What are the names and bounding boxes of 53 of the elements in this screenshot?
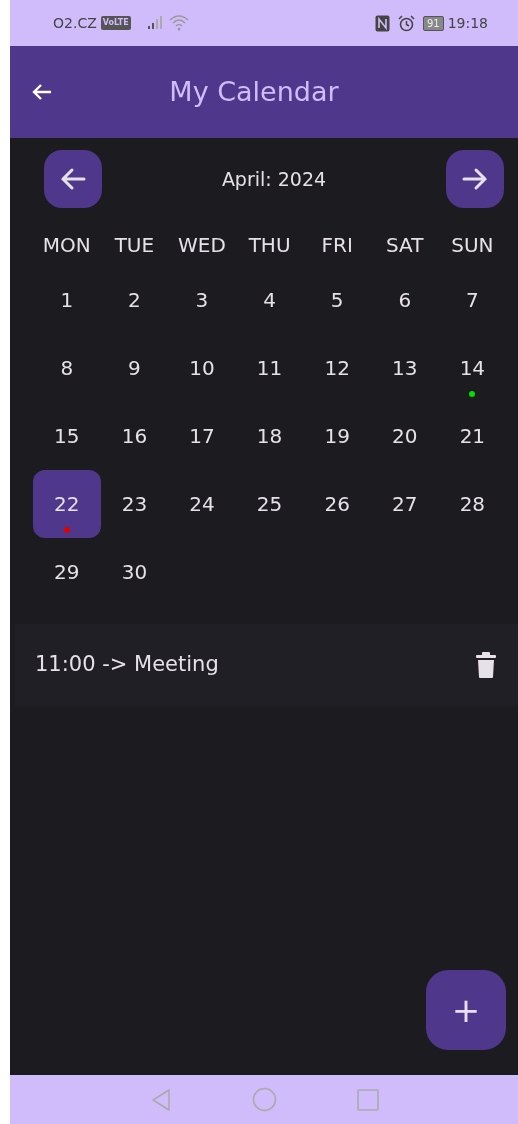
day-cell[interactable]: 8 [33,334,101,402]
weekday-label: SUN [450,232,495,259]
day-cell[interactable]: 30 [100,538,169,606]
weekday-label: SAT [385,232,425,259]
weekday-label: TUE [113,232,156,259]
clock-time: 19:18 [447,13,488,33]
day-cell[interactable]: 19 [303,402,371,470]
trash-icon[interactable] [476,652,496,678]
day-cell[interactable]: 22 [33,470,101,538]
carrier-name: O2.CZ [53,13,97,33]
day-cell[interactable]: 14 [438,334,507,402]
weekday-label: FRI [320,232,354,259]
network-badge: VoLTE [100,16,131,30]
app-title: My Calendar [168,74,340,109]
day-cell[interactable]: 17 [168,402,236,470]
day-cell[interactable]: 20 [370,402,439,470]
weekday-label: THU [247,232,292,259]
day-cell[interactable]: 3 [168,266,236,334]
day-cell[interactable]: 1 [33,266,101,334]
day-cell[interactable]: 4 [235,266,304,334]
day-cell[interactable]: 21 [438,402,507,470]
previous-month-button[interactable] [44,150,102,208]
day-cell[interactable]: 29 [33,538,101,606]
day-cell[interactable]: 24 [168,470,236,538]
nfc-icon [374,14,390,32]
event-row[interactable]: 11:00 -> Meeting [15,624,518,706]
month-label: April: 2024 [221,166,327,192]
day-cell[interactable]: 26 [303,470,371,538]
weekday-label: WED [177,232,227,259]
day-cell[interactable]: 28 [438,470,507,538]
weekday-label: MON [41,232,92,259]
day-cell[interactable]: 7 [438,266,507,334]
day-cell[interactable]: 6 [370,266,439,334]
alarm-icon [397,14,415,32]
day-cell[interactable]: 5 [303,266,371,334]
day-cell[interactable]: 15 [33,402,101,470]
day-cell[interactable]: 23 [100,470,169,538]
day-cell[interactable]: 2 [100,266,169,334]
day-cell[interactable]: 18 [235,402,304,470]
day-cell[interactable]: 25 [235,470,304,538]
day-cell[interactable]: 16 [100,402,169,470]
day-cell[interactable]: 13 [370,334,439,402]
event-text: 11:00 -> Meeting [35,651,220,679]
day-cell[interactable]: 27 [370,470,439,538]
day-cell[interactable]: 12 [303,334,371,402]
next-month-button[interactable] [446,150,504,208]
battery-indicator: 91 [422,15,444,31]
day-cell[interactable]: 11 [235,334,304,402]
day-cell[interactable]: 10 [168,334,236,402]
add-button[interactable]: + [426,970,506,1050]
signal-icon [146,16,165,30]
day-cell[interactable]: 9 [100,334,169,402]
wifi-icon [168,15,189,31]
